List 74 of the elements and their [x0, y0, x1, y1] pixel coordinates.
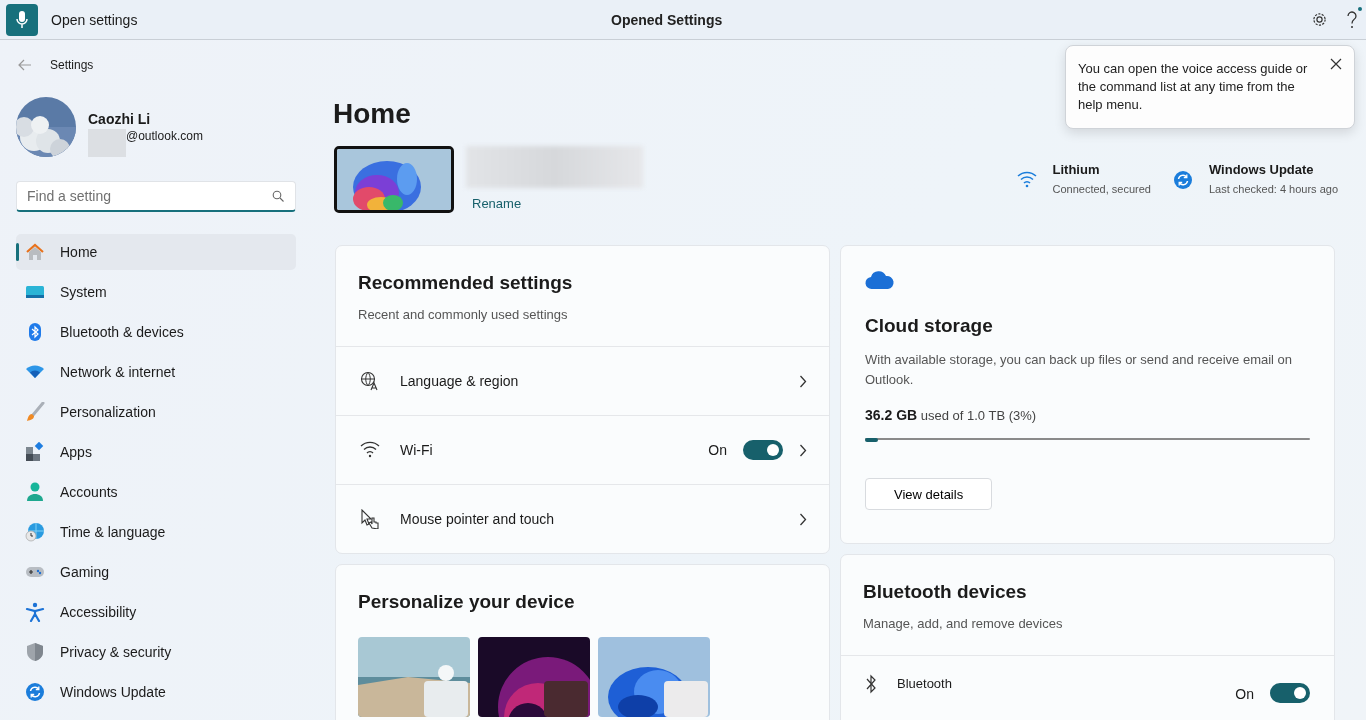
nav-item[interactable]: Gaming [16, 554, 296, 590]
tooltip-text: You can open the voice access guide or the command list at any time from the help menu. [1078, 61, 1308, 112]
page-title: Home [333, 98, 411, 131]
row-label: Mouse pointer and touch [400, 511, 556, 527]
chevron-right-icon [799, 443, 807, 457]
accessibility-icon [25, 602, 45, 622]
row-label: Bluetooth [897, 676, 953, 691]
toggle-state-label: On [708, 442, 727, 458]
card-description: With available storage, you can back up files or send and receive email on Outlook. [865, 351, 1294, 389]
apps-icon [25, 442, 45, 462]
status-subtitle: Connected, secured [1052, 183, 1151, 195]
account-email: @outlook.com [126, 129, 203, 143]
nav-item[interactable]: Personalization [16, 394, 296, 430]
row-label: Wi-Fi [400, 442, 434, 458]
shield-icon [25, 642, 45, 662]
nav-item[interactable]: System [16, 274, 296, 310]
bluetooth-icon [865, 674, 877, 694]
paintbrush-icon [25, 402, 45, 422]
account-name: Caozhi Li [88, 111, 152, 127]
sync-icon [1172, 170, 1193, 190]
home-icon [25, 242, 45, 262]
status-title: Lithium [1052, 162, 1101, 177]
nav-item[interactable]: Windows Update [16, 674, 296, 710]
nav-item[interactable]: Apps [16, 434, 296, 470]
nav-item[interactable]: Network & internet [16, 354, 296, 390]
card-subtitle: Recent and commonly used settings [358, 307, 569, 322]
toggle-switch[interactable] [1270, 683, 1310, 703]
card-title: Cloud storage [865, 315, 994, 337]
settings-row[interactable]: Bluetooth On [841, 655, 1334, 720]
status-subtitle: Last checked: 4 hours ago [1208, 183, 1338, 195]
voice-status-text: Opened Settings [611, 11, 724, 28]
rename-link[interactable]: Rename [472, 196, 643, 211]
wifi-icon [360, 440, 380, 460]
pointer-hand-icon [360, 509, 380, 529]
cloud-icon [865, 270, 895, 290]
nav-item[interactable]: Time & language [16, 514, 296, 550]
toggle-state-label: On [1235, 686, 1254, 702]
settings-icon [1311, 11, 1328, 28]
chevron-right-icon [799, 512, 807, 526]
app-title: Settings [50, 58, 94, 72]
storage-usage-text: 36.2 GB used of 1.0 TB (3%) [865, 407, 1038, 423]
card-title: Personalize your device [358, 591, 576, 613]
close-button[interactable] [1328, 56, 1344, 72]
back-arrow-icon [18, 59, 32, 71]
chevron-right-icon [799, 374, 807, 388]
toggle-switch[interactable] [743, 440, 783, 460]
search-icon [272, 190, 284, 202]
row-label: Language & region [400, 373, 520, 389]
globe-clock-icon [25, 522, 45, 542]
settings-row[interactable]: Language & region [336, 346, 829, 415]
close-icon [1330, 58, 1342, 70]
person-icon [25, 482, 45, 502]
voice-command-text: Open settings [51, 11, 139, 28]
microphone-icon [16, 10, 28, 29]
wifi-icon [1016, 170, 1037, 190]
settings-button[interactable] [1311, 11, 1328, 28]
search-field[interactable]: Find a setting [16, 181, 296, 212]
notification-dot [1358, 6, 1362, 11]
card-title: Bluetooth devices [863, 581, 1028, 603]
nav-item[interactable]: Accounts [16, 474, 296, 510]
nav-item[interactable]: Bluetooth & devices [16, 314, 296, 350]
question-mark-icon [1346, 10, 1358, 29]
settings-row[interactable]: Mouse pointer and touch [336, 484, 829, 553]
status-title: Windows Update [1208, 162, 1315, 177]
microphone-button[interactable] [6, 3, 38, 36]
nav-item[interactable]: Privacy & security [16, 634, 296, 670]
card-subtitle: Manage, add, and remove devices [863, 616, 1064, 631]
card-title: Recommended settings [358, 272, 574, 294]
sync-icon [25, 682, 45, 702]
settings-row[interactable]: Wi-Fi On [336, 415, 829, 484]
nav-item[interactable]: Accessibility [16, 594, 296, 630]
nav-item[interactable]: Home [16, 234, 296, 270]
language-icon [360, 371, 380, 391]
view-details-button[interactable]: View details [865, 478, 993, 510]
